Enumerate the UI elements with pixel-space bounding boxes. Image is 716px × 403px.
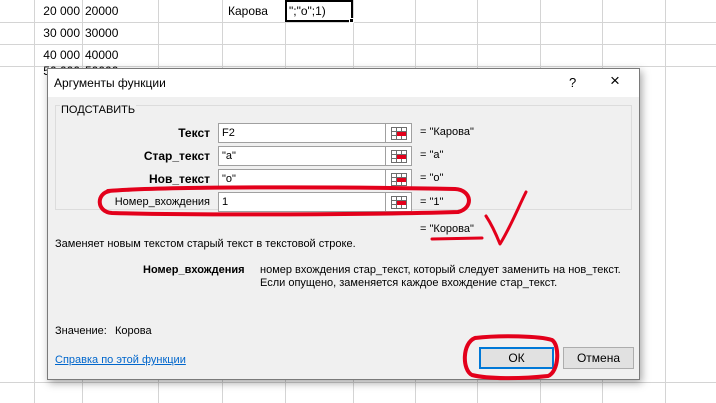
ok-button[interactable]: ОК xyxy=(479,347,554,369)
formula-result: = "Корова" xyxy=(420,223,474,235)
arg-result-instance-num: = "1" xyxy=(420,196,444,208)
range-select-button[interactable] xyxy=(386,123,412,143)
cell-b1[interactable]: 20000 xyxy=(85,0,155,22)
range-select-button[interactable] xyxy=(386,146,412,166)
cell-e1[interactable]: Карова xyxy=(228,0,283,22)
param-description-line2: Если опущено, заменяется каждое вхождени… xyxy=(260,277,558,289)
formula-result-equals: = xyxy=(420,223,427,235)
value-text: Корова xyxy=(115,325,152,337)
close-icon[interactable]: × xyxy=(610,72,620,90)
value-label: Значение: xyxy=(55,325,107,337)
arg-input-instance-num[interactable]: 1 xyxy=(218,192,386,212)
arg-label-old-text: Стар_текст xyxy=(143,149,210,163)
arg-label-text: Текст xyxy=(178,126,210,140)
function-help-link[interactable]: Справка по этой функции xyxy=(55,354,186,366)
grid-line xyxy=(0,382,716,383)
arg-input-new-text[interactable]: "о" xyxy=(218,169,386,189)
range-select-icon xyxy=(391,150,407,163)
arg-result-old-text: = "а" xyxy=(420,149,444,161)
active-cell-f1[interactable]: ";"о";1) xyxy=(285,0,353,22)
arg-label-new-text: Нов_текст xyxy=(149,172,210,186)
cell-b2[interactable]: 30000 xyxy=(85,22,155,44)
arg-label-instance-num: Номер_вхождения xyxy=(114,196,210,208)
arg-input-old-text[interactable]: "а" xyxy=(218,146,386,166)
arg-input-text[interactable]: F2 xyxy=(218,123,386,143)
cancel-button[interactable]: Отмена xyxy=(563,347,634,369)
range-select-icon xyxy=(391,127,407,140)
help-icon[interactable]: ? xyxy=(569,75,576,90)
formula-result-value: "Корова" xyxy=(429,223,474,235)
range-select-button[interactable] xyxy=(386,169,412,189)
grid-line xyxy=(665,0,666,403)
range-select-icon xyxy=(391,196,407,209)
arg-result-text: = "Карова" xyxy=(420,126,474,138)
fill-handle[interactable] xyxy=(349,18,354,23)
param-name: Номер_вхождения xyxy=(143,264,245,276)
function-description: Заменяет новым текстом старый текст в те… xyxy=(55,238,356,250)
cell-a1[interactable]: 20 000 xyxy=(36,0,80,22)
function-arguments-dialog: Аргументы функции ? × ПОДСТАВИТЬ Текст F… xyxy=(47,68,640,380)
range-select-icon xyxy=(391,173,407,186)
function-name: ПОДСТАВИТЬ xyxy=(60,104,137,116)
arg-result-new-text: = "о" xyxy=(420,172,444,184)
range-select-button[interactable] xyxy=(386,192,412,212)
dialog-titlebar[interactable]: Аргументы функции ? × xyxy=(48,69,639,97)
cell-a2[interactable]: 30 000 xyxy=(36,22,80,44)
grid-line xyxy=(34,0,35,403)
param-description-line1: номер вхождения стар_текст, который след… xyxy=(260,264,621,276)
dialog-title: Аргументы функции xyxy=(54,76,166,90)
